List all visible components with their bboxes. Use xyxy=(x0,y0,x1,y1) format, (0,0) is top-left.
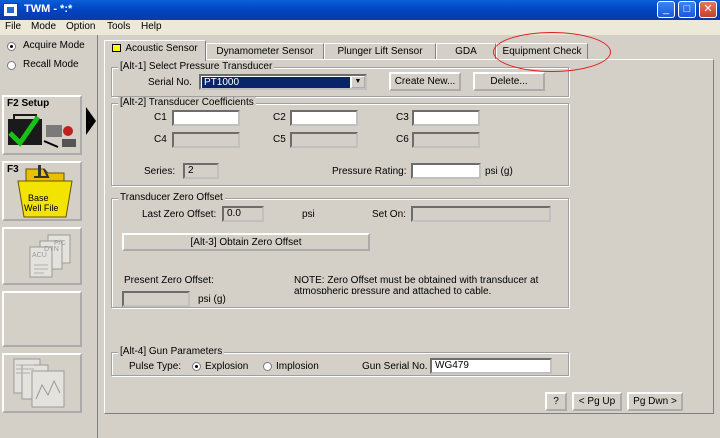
serial-no-value: PT1000 xyxy=(202,77,350,88)
c6-field[interactable] xyxy=(412,132,480,148)
serial-no-select[interactable]: PT1000 ▼ xyxy=(199,74,367,90)
documents-icon: P/C DYN ACU xyxy=(29,234,71,278)
serial-no-label: Serial No. xyxy=(148,77,192,88)
page-down-button[interactable]: Pg Dwn > xyxy=(627,392,683,411)
minimize-button[interactable]: _ xyxy=(657,1,675,18)
menu-help[interactable]: Help xyxy=(141,21,162,32)
coefficients-group: [Alt-2] Transducer Coefficients C1 C2 C3… xyxy=(111,97,569,186)
c2-label: C2 xyxy=(273,112,286,123)
base-well-label-1: Base xyxy=(28,193,49,203)
acquire-mode-label: Acquire Mode xyxy=(23,40,85,51)
delete-button[interactable]: Delete... xyxy=(473,72,545,91)
last-zero-offset-field: 0.0 xyxy=(222,206,264,222)
active-arrow-icon xyxy=(86,107,96,135)
menu-bar: File Mode Option Tools Help xyxy=(0,20,720,35)
gun-serial-label: Gun Serial No. xyxy=(362,361,428,372)
highlight-annotation xyxy=(493,32,611,72)
gun-legend: [Alt-4] Gun Parameters xyxy=(118,346,225,357)
menu-option[interactable]: Option xyxy=(66,21,95,32)
pressure-rating-field[interactable] xyxy=(411,163,481,179)
c5-field[interactable] xyxy=(290,132,358,148)
c2-field[interactable] xyxy=(290,110,358,126)
implosion-radio[interactable] xyxy=(263,362,272,371)
recall-mode-radio[interactable] xyxy=(7,61,16,70)
blank-side-button[interactable] xyxy=(2,291,82,347)
last-zero-offset-unit: psi xyxy=(302,209,315,220)
menu-tools[interactable]: Tools xyxy=(107,21,130,32)
pulse-type-label: Pulse Type: xyxy=(129,361,182,372)
implosion-label: Implosion xyxy=(276,361,319,372)
c5-label: C5 xyxy=(273,134,286,145)
create-new-button[interactable]: Create New... xyxy=(389,72,461,91)
pressure-transducer-group: [Alt-1] Select Pressure Transducer Seria… xyxy=(111,61,569,97)
series-field: 2 xyxy=(183,163,219,179)
sensor-tab-icon xyxy=(112,44,122,52)
maximize-button[interactable]: □ xyxy=(678,1,696,18)
menu-mode[interactable]: Mode xyxy=(31,21,56,32)
zero-offset-group: Transducer Zero Offset Last Zero Offset:… xyxy=(111,192,569,308)
c1-field[interactable] xyxy=(172,110,240,126)
tab-dynamometer-sensor[interactable]: Dynamometer Sensor xyxy=(206,43,324,60)
dyn-pic-button[interactable]: P/C DYN ACU xyxy=(2,227,82,285)
zero-offset-note-line2: atmospheric pressure and attached to cab… xyxy=(294,286,492,294)
c6-label: C6 xyxy=(396,134,409,145)
gun-serial-field[interactable]: WG479 xyxy=(430,358,552,374)
base-well-file-button[interactable]: F3 Base Well File xyxy=(2,161,82,221)
app-icon xyxy=(3,3,18,17)
present-zero-offset-field xyxy=(122,291,190,307)
set-on-field xyxy=(411,206,551,222)
acoustic-sensor-panel: [Alt-1] Select Pressure Transducer Seria… xyxy=(104,59,714,414)
explosion-label: Explosion xyxy=(205,361,249,372)
obtain-zero-offset-button[interactable]: [Alt-3] Obtain Zero Offset xyxy=(122,233,370,251)
tab-gda[interactable]: GDA xyxy=(436,43,496,60)
c4-field[interactable] xyxy=(172,132,240,148)
explosion-radio[interactable] xyxy=(192,362,201,371)
chevron-down-icon[interactable]: ▼ xyxy=(351,76,365,88)
page-up-button[interactable]: < Pg Up xyxy=(572,392,622,411)
svg-text:ACU: ACU xyxy=(32,252,47,259)
window-title: TWM - *:* xyxy=(24,3,73,15)
present-zero-offset-label: Present Zero Offset: xyxy=(124,275,214,286)
title-bar: TWM - *:* _ □ ✕ xyxy=(0,0,720,20)
acquire-mode-radio[interactable] xyxy=(7,42,16,51)
present-zero-offset-unit: psi (g) xyxy=(198,294,226,305)
help-button[interactable]: ? xyxy=(545,392,567,411)
setup-button[interactable]: F2 Setup xyxy=(2,95,82,155)
recall-mode-label: Recall Mode xyxy=(23,59,79,70)
menu-file[interactable]: File xyxy=(5,21,21,32)
analysis-button[interactable] xyxy=(2,353,82,413)
gun-parameters-group: [Alt-4] Gun Parameters Pulse Type: Explo… xyxy=(111,346,569,376)
c1-label: C1 xyxy=(154,112,167,123)
pressure-legend: [Alt-1] Select Pressure Transducer xyxy=(118,61,275,72)
close-button[interactable]: ✕ xyxy=(699,1,717,18)
tab-acoustic-label: Acoustic Sensor xyxy=(125,43,198,54)
pressure-rating-label: Pressure Rating: xyxy=(332,166,407,177)
last-zero-offset-label: Last Zero Offset: xyxy=(142,209,217,220)
c3-field[interactable] xyxy=(412,110,480,126)
c4-label: C4 xyxy=(154,134,167,145)
chart-pages-icon xyxy=(13,358,65,408)
c3-label: C3 xyxy=(396,112,409,123)
sidebar: Acquire Mode Recall Mode F2 Setup F3 Bas… xyxy=(0,35,98,438)
set-on-label: Set On: xyxy=(372,209,406,220)
series-label: Series: xyxy=(144,166,176,177)
setup-label: F2 Setup xyxy=(7,98,50,109)
setup-toolbox-icon xyxy=(8,114,76,148)
zero-offset-note-line1: NOTE: Zero Offset must be obtained with … xyxy=(294,275,539,286)
zero-offset-legend: Transducer Zero Offset xyxy=(118,192,225,203)
tab-plunger-lift-sensor[interactable]: Plunger Lift Sensor xyxy=(324,43,436,60)
tab-acoustic-sensor[interactable]: Acoustic Sensor xyxy=(104,40,206,61)
coefficients-legend: [Alt-2] Transducer Coefficients xyxy=(118,97,256,108)
base-well-label-2: Well File xyxy=(24,203,59,213)
pressure-rating-unit: psi (g) xyxy=(485,166,513,177)
